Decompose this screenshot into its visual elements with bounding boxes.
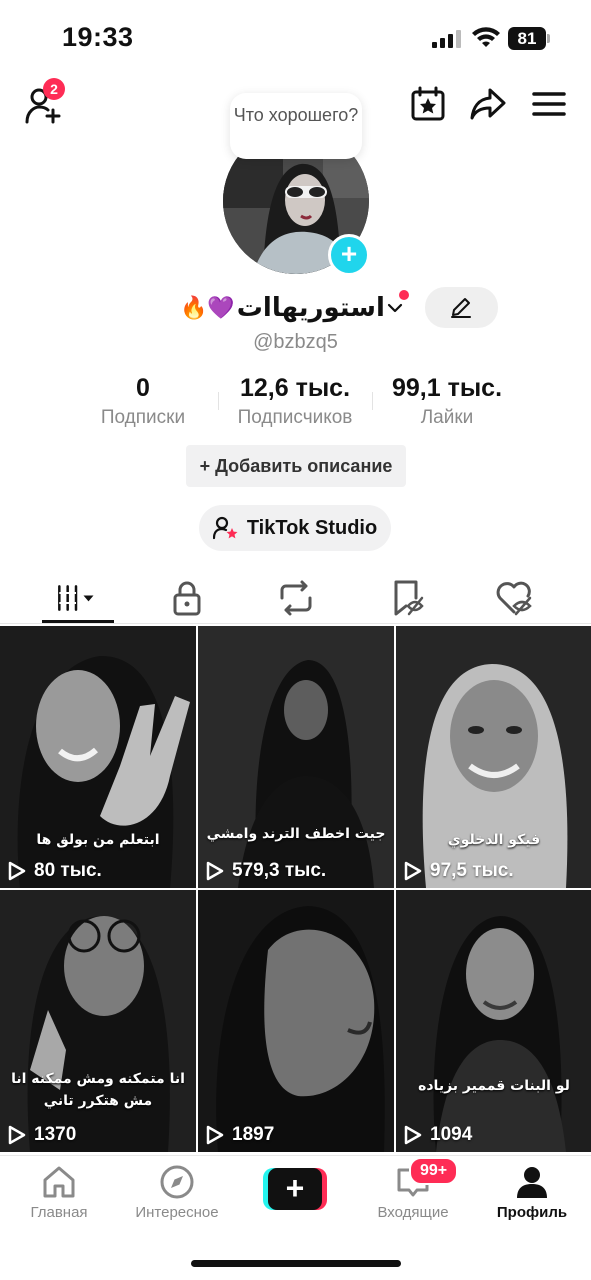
nav-inbox-label: Входящие xyxy=(377,1204,449,1221)
video-thumbnail xyxy=(198,890,394,1152)
account-switch-dot xyxy=(399,290,409,300)
name-emoji: 🔥💜 xyxy=(180,295,235,320)
followers-stat[interactable]: 12,6 тыс. Подписчиков xyxy=(226,374,364,429)
studio-label: TikTok Studio xyxy=(246,516,378,539)
view-count: 1370 xyxy=(8,1124,76,1146)
view-count-text: 97,5 тыс. xyxy=(430,860,514,881)
repost-icon[interactable] xyxy=(276,578,316,618)
video-thumbnail xyxy=(396,890,591,1152)
play-icon xyxy=(206,1125,224,1145)
view-count-text: 579,3 тыс. xyxy=(232,860,327,881)
video-tile[interactable]: فيكو الدخلوي 97,5 тыс. xyxy=(396,626,591,888)
followers-label: Подписчиков xyxy=(237,407,353,428)
nav-home-label: Главная xyxy=(30,1204,88,1221)
add-story-button[interactable]: + xyxy=(328,234,370,276)
video-tile[interactable]: انا متمكنه ومش ممكنه انا مش هتكرر تاني 1… xyxy=(0,890,196,1152)
story-prompt-bubble[interactable]: Что хорошего? xyxy=(230,93,362,159)
view-count-text: 80 тыс. xyxy=(34,860,102,881)
videos-grid-icon[interactable] xyxy=(56,578,96,618)
battery-icon: 81 xyxy=(508,27,550,50)
view-count: 1897 xyxy=(206,1124,274,1146)
profile-icon xyxy=(517,1167,547,1198)
play-icon xyxy=(8,861,26,881)
profile-tabs xyxy=(0,570,591,624)
following-stat[interactable]: 0 Подписки xyxy=(88,374,198,429)
nav-profile-label: Профиль xyxy=(496,1204,568,1221)
status-time: 19:33 xyxy=(62,22,134,52)
edit-profile-button[interactable] xyxy=(425,287,498,328)
video-caption: انا متمكنه ومش ممكنه انا مش هتكرر تاني xyxy=(11,1071,185,1109)
display-name-row[interactable]: 🔥💜 استوريهاات xyxy=(180,288,403,328)
view-count: 579,3 тыс. xyxy=(206,860,326,882)
menu-icon[interactable] xyxy=(531,86,567,122)
signal-icon xyxy=(432,30,461,48)
play-icon xyxy=(404,861,422,881)
status-bar: 19:33 81 xyxy=(0,0,591,80)
create-button[interactable]: + xyxy=(263,1168,327,1210)
video-thumbnail xyxy=(0,890,196,1152)
stat-divider xyxy=(218,392,219,410)
video-caption: لو البنات قممير بزياده xyxy=(418,1078,570,1094)
nav-discover-label: Интересное xyxy=(135,1204,219,1221)
friends-badge: 2 xyxy=(43,78,65,100)
username: @bzbzq5 xyxy=(253,331,338,353)
plus-icon: + xyxy=(268,1168,322,1210)
video-thumbnail xyxy=(396,626,591,888)
active-tab-indicator xyxy=(42,620,114,623)
share-icon[interactable] xyxy=(470,86,506,122)
liked-icon[interactable] xyxy=(494,578,534,618)
inbox-badge: 99+ xyxy=(409,1157,459,1185)
compass-icon xyxy=(160,1165,194,1199)
calendar-star-icon[interactable] xyxy=(410,86,446,122)
display-name: استوريهاات xyxy=(236,293,385,323)
likes-count: 99,1 тыс. xyxy=(391,374,503,402)
battery-level: 81 xyxy=(508,27,546,50)
video-caption: فيكو الدخلوي xyxy=(447,832,541,848)
video-tile[interactable]: ابتعلم من بولق ها 80 тыс. xyxy=(0,626,196,888)
view-count-text: 1094 xyxy=(430,1124,473,1145)
video-thumbnail xyxy=(0,626,196,888)
play-icon xyxy=(8,1125,26,1145)
view-count-text: 1370 xyxy=(34,1124,77,1145)
video-caption: جيت اخطف الترند وامشي xyxy=(206,826,386,842)
add-description-button[interactable]: + Добавить описание xyxy=(186,445,406,487)
following-count: 0 xyxy=(136,374,150,402)
video-tile[interactable]: لو البنات قممير بزياده 1094 xyxy=(396,890,591,1152)
home-indicator xyxy=(191,1260,401,1267)
followers-count: 12,6 тыс. xyxy=(239,374,351,402)
likes-label: Лайки xyxy=(420,407,474,428)
view-count: 97,5 тыс. xyxy=(404,860,514,882)
favorites-icon[interactable] xyxy=(388,578,428,618)
play-icon xyxy=(206,861,224,881)
pencil-icon xyxy=(451,298,471,318)
video-thumbnail xyxy=(198,626,394,888)
nav-discover[interactable]: Интересное xyxy=(122,1164,232,1221)
wifi-icon xyxy=(472,27,500,47)
view-count-text: 1897 xyxy=(232,1124,275,1145)
video-grid: ابتعلم من بولق ها 80 тыс. جيت اخطف الترن… xyxy=(0,626,591,1152)
video-tile[interactable]: جيت اخطف الترند وامشي 579,3 тыс. xyxy=(198,626,394,888)
video-tile[interactable]: 1897 xyxy=(198,890,394,1152)
studio-icon xyxy=(212,516,238,540)
home-icon xyxy=(43,1166,75,1198)
view-count: 80 тыс. xyxy=(8,860,102,882)
nav-home[interactable]: Главная xyxy=(4,1164,114,1221)
lock-icon[interactable] xyxy=(167,578,207,618)
following-label: Подписки xyxy=(100,407,186,428)
play-icon xyxy=(404,1125,422,1145)
view-count: 1094 xyxy=(404,1124,472,1146)
video-caption: ابتعلم من بولق ها xyxy=(36,832,160,848)
nav-profile[interactable]: Профиль xyxy=(477,1164,587,1221)
stat-divider xyxy=(372,392,373,410)
chevron-down-icon xyxy=(387,303,402,313)
likes-stat[interactable]: 99,1 тыс. Лайки xyxy=(384,374,510,429)
tiktok-studio-button[interactable]: TikTok Studio xyxy=(199,505,391,551)
